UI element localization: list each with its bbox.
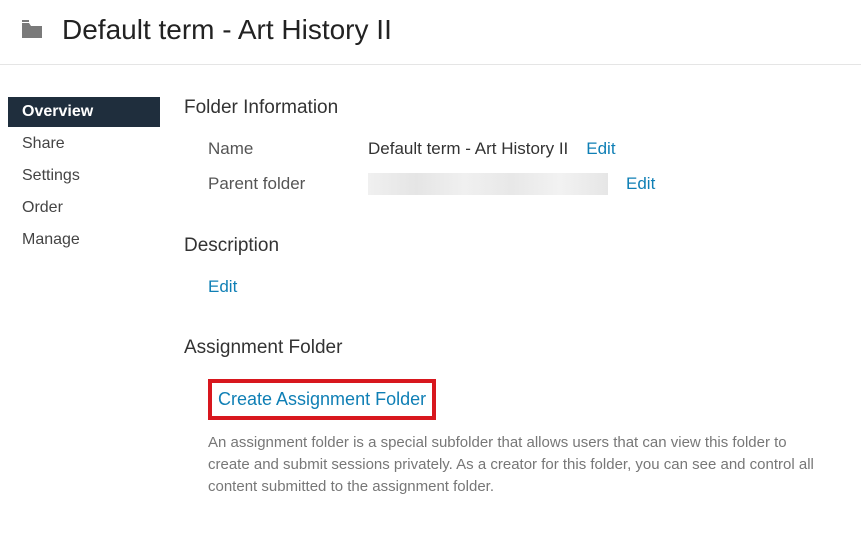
description-edit-wrap: Edit — [184, 277, 831, 297]
page-title: Default term - Art History II — [62, 14, 392, 46]
assignment-link-wrap: Create Assignment Folder — [184, 379, 831, 420]
parent-folder-label: Parent folder — [208, 174, 368, 194]
assignment-heading: Assignment Folder — [184, 337, 831, 359]
sidebar-item-manage[interactable]: Manage — [8, 225, 160, 255]
edit-description-link[interactable]: Edit — [208, 277, 237, 296]
sidebar-item-share[interactable]: Share — [8, 129, 160, 159]
create-assignment-folder-link[interactable]: Create Assignment Folder — [208, 379, 436, 420]
description-heading: Description — [184, 235, 831, 257]
sidebar-item-order[interactable]: Order — [8, 193, 160, 223]
parent-folder-value-redacted — [368, 173, 608, 195]
page-header: Default term - Art History II — [0, 0, 861, 65]
assignment-help-text: An assignment folder is a special subfol… — [184, 432, 814, 497]
main-panel: Folder Information Name Default term - A… — [160, 97, 861, 497]
parent-folder-row: Parent folder Edit — [184, 173, 831, 195]
sidebar-item-settings[interactable]: Settings — [8, 161, 160, 191]
folder-info-heading: Folder Information — [184, 97, 831, 119]
folder-icon — [20, 20, 44, 40]
folder-name-value: Default term - Art History II — [368, 139, 568, 159]
folder-name-row: Name Default term - Art History II Edit — [184, 139, 831, 159]
sidebar-item-overview[interactable]: Overview — [8, 97, 160, 127]
edit-parent-link[interactable]: Edit — [626, 174, 655, 194]
content-area: Overview Share Settings Order Manage Fol… — [0, 65, 861, 497]
folder-name-label: Name — [208, 139, 368, 159]
sidebar: Overview Share Settings Order Manage — [0, 97, 160, 497]
edit-name-link[interactable]: Edit — [586, 139, 615, 159]
